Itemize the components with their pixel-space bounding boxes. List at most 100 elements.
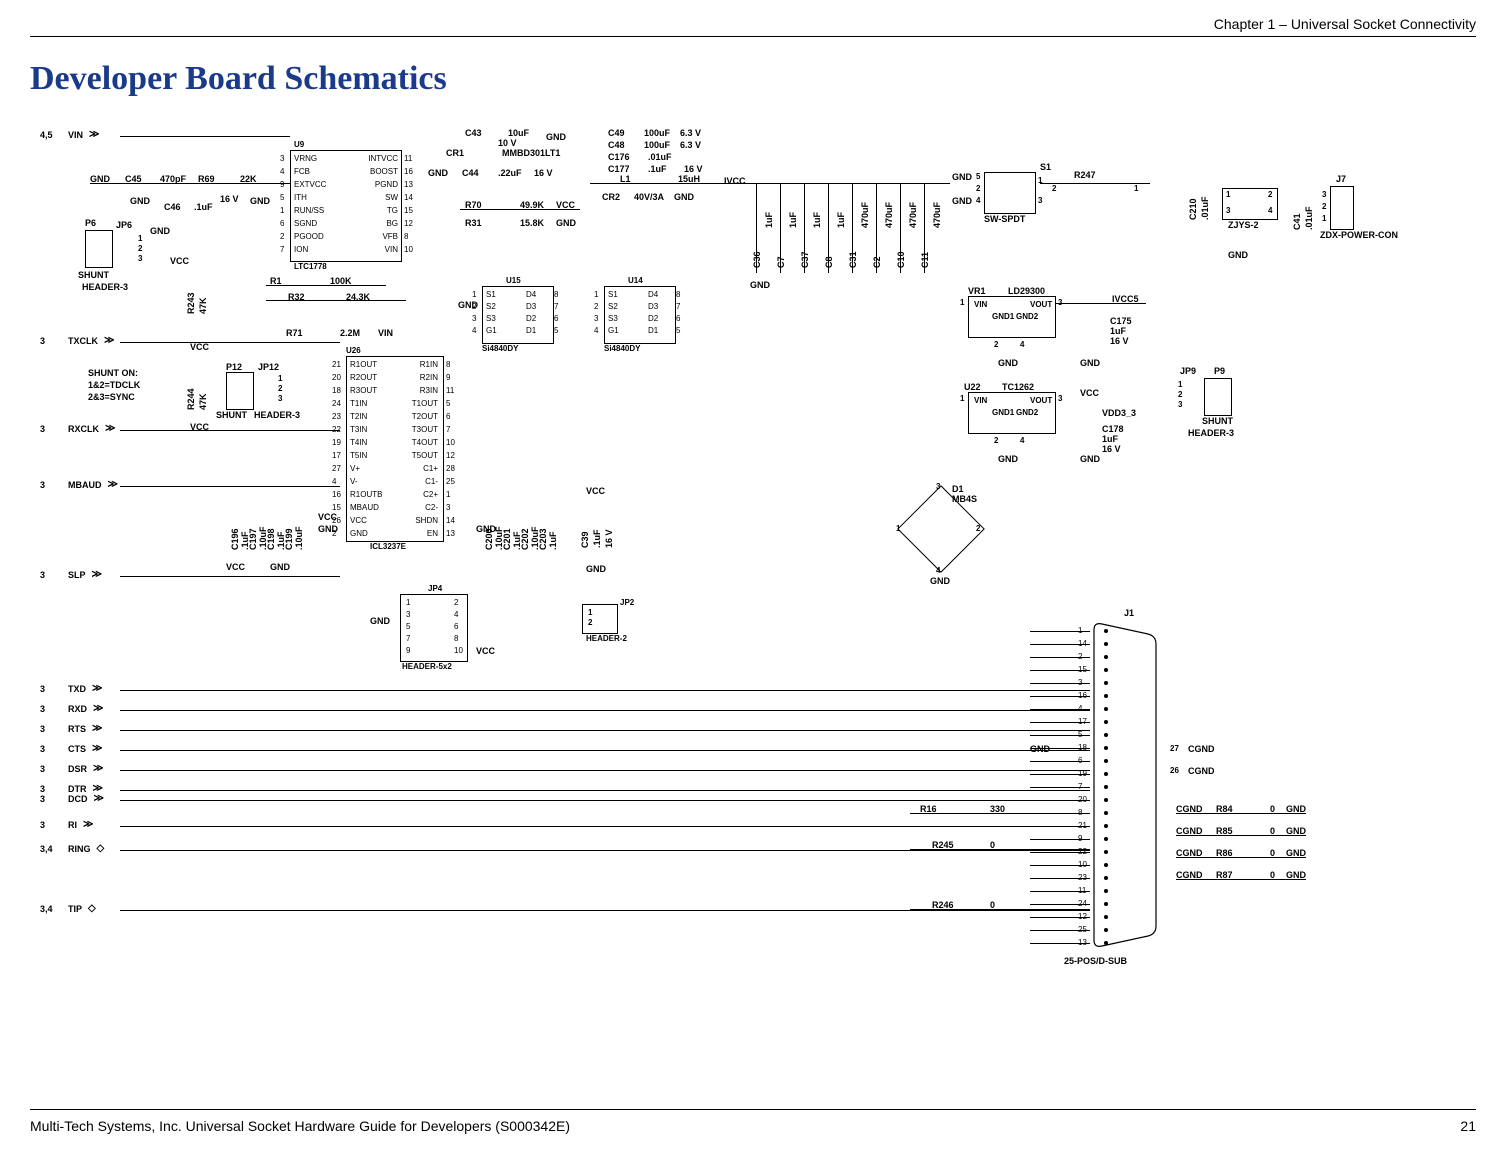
part-vr1: LD29300 bbox=[1008, 286, 1045, 296]
net-gnd: GND bbox=[998, 454, 1018, 464]
ref-u15: U15 bbox=[506, 276, 521, 285]
lbl-shunt: SHUNT bbox=[216, 410, 247, 420]
net-vin: VIN bbox=[378, 328, 393, 338]
net-gnd: GND bbox=[150, 226, 170, 236]
ref-c39: C39 bbox=[580, 531, 590, 548]
pin: 2 bbox=[994, 340, 998, 349]
val-c39: .1uF bbox=[592, 529, 602, 548]
ref-u14: U14 bbox=[628, 276, 643, 285]
pin: 3 bbox=[1178, 400, 1182, 409]
val-c46: .1uF bbox=[194, 202, 213, 212]
pin: 2 bbox=[588, 618, 592, 627]
net-gnd: GND bbox=[130, 196, 150, 206]
rule bbox=[30, 1109, 1476, 1110]
signal-ring: 3,4RING◇ bbox=[40, 844, 104, 854]
net-gnd: GND bbox=[750, 280, 770, 290]
val-cr2: 40V/3A bbox=[634, 192, 664, 202]
ref-c44: C44 bbox=[462, 168, 479, 178]
shunt-p12 bbox=[226, 372, 254, 410]
net-vcc: VCC bbox=[190, 422, 209, 432]
net-gnd: GND bbox=[1080, 358, 1100, 368]
net-gnd: GND bbox=[318, 524, 338, 534]
pin: 4 bbox=[1020, 436, 1024, 445]
page-title: Developer Board Schematics bbox=[30, 60, 1476, 98]
volt-c43: 10 V bbox=[498, 138, 517, 148]
pin: 2 bbox=[994, 436, 998, 445]
signal-txclk: 3TXCLK≫ bbox=[40, 336, 114, 346]
pin: 1 bbox=[1134, 184, 1138, 193]
signal-rxclk: 3RXCLK≫ bbox=[40, 424, 115, 434]
chapter-heading: Chapter 1 – Universal Socket Connectivit… bbox=[1214, 16, 1476, 32]
footer-text: Multi-Tech Systems, Inc. Universal Socke… bbox=[30, 1118, 570, 1134]
pin: 2 bbox=[1268, 190, 1272, 199]
val-c44: .22uF bbox=[498, 168, 522, 178]
ref-jp9: JP9 bbox=[1180, 366, 1196, 376]
note3: 2&3=SYNC bbox=[88, 392, 135, 402]
pin: 1 bbox=[960, 298, 964, 307]
net-vcc: VCC bbox=[476, 646, 495, 656]
pin: 1 bbox=[588, 608, 592, 617]
volt-c175: 16 V bbox=[1110, 336, 1129, 346]
val-r31: 15.8K bbox=[520, 218, 544, 228]
pin-name: GND2 bbox=[1016, 312, 1038, 321]
net-vcc: VCC bbox=[226, 562, 245, 572]
type-j7: ZDX-POWER-CON bbox=[1320, 230, 1398, 240]
ref-cr1: CR1 bbox=[446, 148, 464, 158]
part-u9: LTC1778 bbox=[294, 262, 327, 271]
sw-s1 bbox=[984, 172, 1036, 214]
ref-j7: J7 bbox=[1336, 174, 1346, 184]
type-j1: 25-POS/D-SUB bbox=[1064, 956, 1127, 966]
pin-name: GND1 bbox=[992, 312, 1014, 321]
ic-u26 bbox=[346, 356, 444, 542]
volt-c177: 16 V bbox=[684, 164, 703, 174]
net-gnd: GND bbox=[1080, 454, 1100, 464]
pin: 2 bbox=[278, 384, 282, 393]
volt-c39: 16 V bbox=[604, 529, 614, 548]
net-gnd: GND bbox=[250, 196, 270, 206]
pin: 2 bbox=[138, 244, 142, 253]
volt-c49: 6.3 V bbox=[680, 128, 701, 138]
ref-u22: U22 bbox=[964, 382, 981, 392]
ref-jp6: JP6 bbox=[116, 220, 132, 230]
signal-cts: 3CTS≫ bbox=[40, 744, 102, 754]
net-gnd: GND bbox=[556, 218, 576, 228]
pin: 3 bbox=[1058, 394, 1062, 403]
ref-jp12: JP12 bbox=[258, 362, 279, 372]
rule bbox=[30, 36, 1476, 37]
net-vcc: VCC bbox=[586, 486, 605, 496]
ref-jp4: JP4 bbox=[428, 584, 442, 593]
net-cgnd: CGND bbox=[1188, 744, 1215, 754]
val-c41: .01uF bbox=[1304, 206, 1314, 230]
ref-r244: R244 bbox=[186, 388, 196, 410]
type-jp2: HEADER-2 bbox=[586, 634, 627, 643]
pin: 1 bbox=[138, 234, 142, 243]
ref-s1: S1 bbox=[1040, 162, 1051, 172]
ref-zjys: ZJYS-2 bbox=[1228, 220, 1259, 230]
net-vcc: VCC bbox=[318, 512, 337, 522]
ref-r31: R31 bbox=[465, 218, 482, 228]
ref-u26: U26 bbox=[346, 346, 361, 355]
part-u15: Si4840DY bbox=[482, 344, 518, 353]
pin: 4 bbox=[976, 196, 980, 205]
j1-connector bbox=[1090, 620, 1160, 950]
net-gnd: GND bbox=[1228, 250, 1248, 260]
pin: 4 bbox=[1268, 206, 1272, 215]
volt-c178: 16 V bbox=[1102, 444, 1121, 454]
pin: 4 bbox=[1020, 340, 1024, 349]
signal-tip: 3,4TIP◇ bbox=[40, 904, 96, 914]
val-r244: 47K bbox=[198, 393, 208, 410]
net-gnd: GND bbox=[674, 192, 694, 202]
val-c210: .01uF bbox=[1200, 196, 1210, 220]
ref-p12: P12 bbox=[226, 362, 242, 372]
net-gnd: GND bbox=[370, 616, 390, 626]
pin: 26 bbox=[1170, 766, 1179, 775]
net-cgnd: CGND bbox=[1188, 766, 1215, 776]
net-gnd: GND bbox=[546, 132, 566, 142]
ref-r243: R243 bbox=[186, 292, 196, 314]
net-vcc: VCC bbox=[170, 256, 189, 266]
volt-c46: 16 V bbox=[220, 194, 239, 204]
ref-c210: C210 bbox=[1188, 198, 1198, 220]
refdes-u9: U9 bbox=[294, 140, 304, 149]
ref-c43: C43 bbox=[465, 128, 482, 138]
part-u22: TC1262 bbox=[1002, 382, 1034, 392]
